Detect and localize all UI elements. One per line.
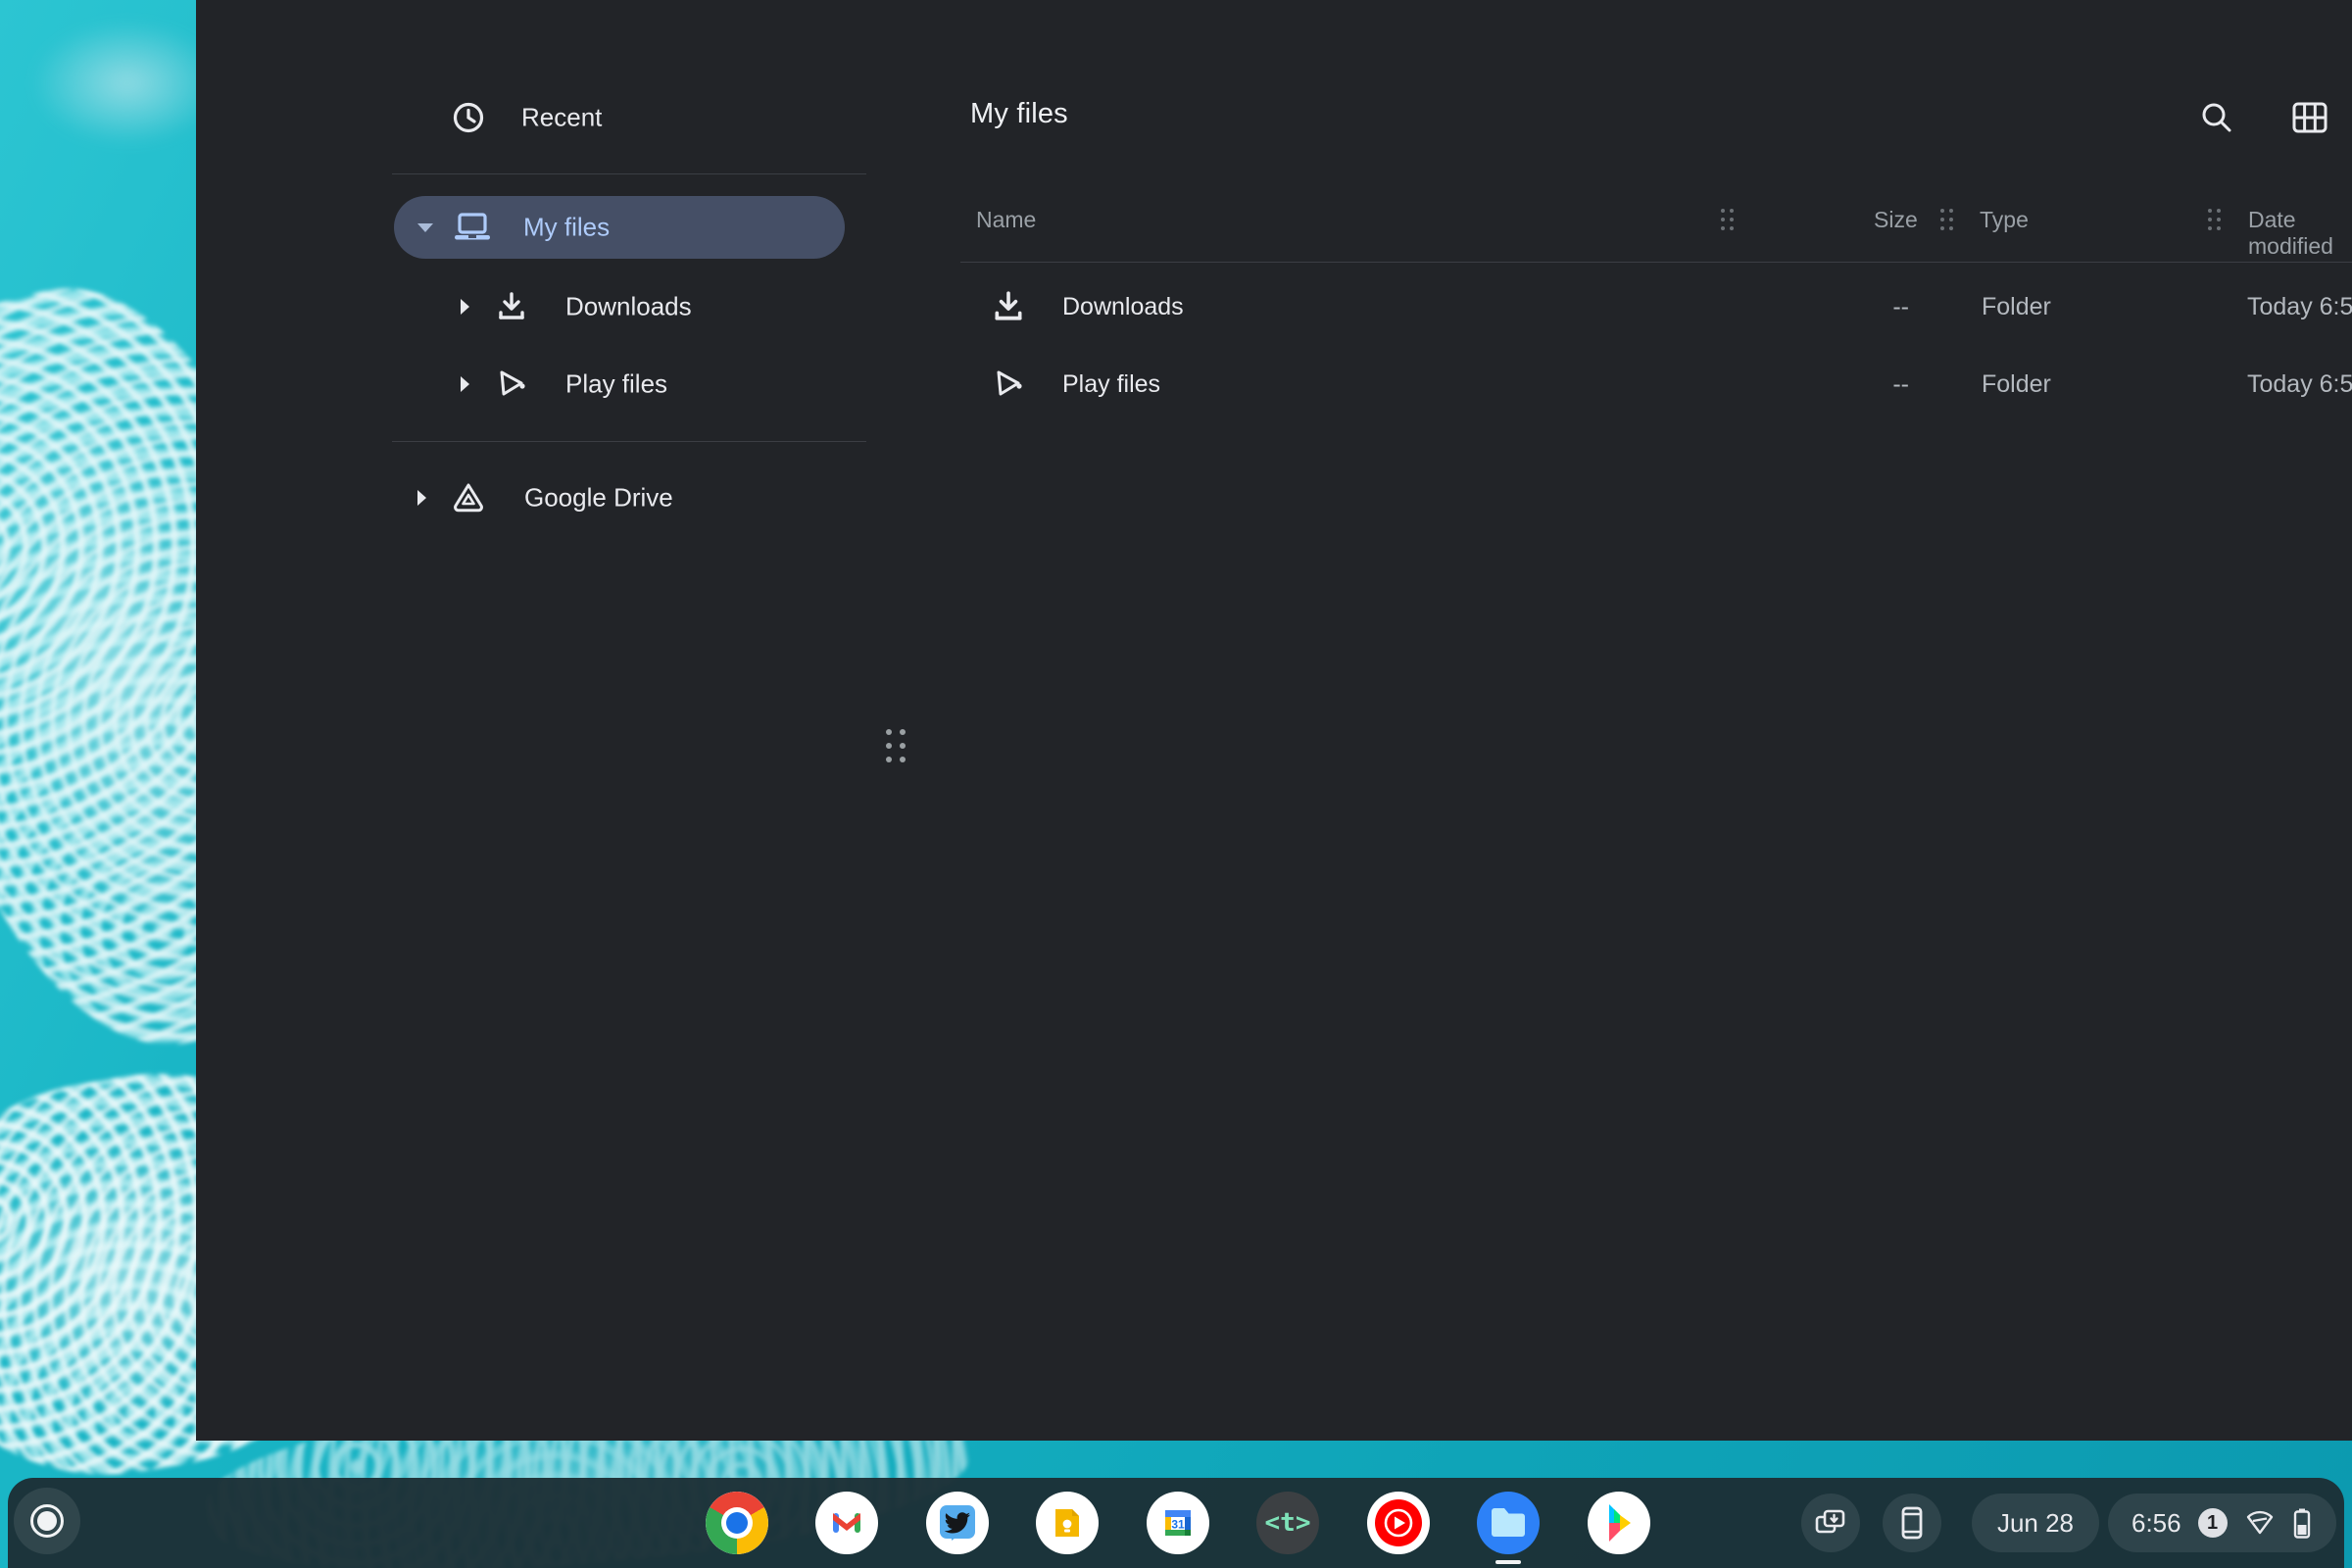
- page-title: My files: [970, 98, 1068, 130]
- sidebar-item-label: Google Drive: [524, 483, 673, 514]
- column-resize-handle[interactable]: [1940, 209, 1953, 230]
- chevron-right-icon[interactable]: [417, 490, 426, 506]
- download-icon: [992, 290, 1025, 323]
- shelf-app-terminal[interactable]: <t>: [1256, 1492, 1319, 1554]
- laptop-icon: [454, 212, 491, 243]
- sidebar-item-downloads[interactable]: Downloads: [392, 268, 866, 346]
- column-resize-handle[interactable]: [1721, 209, 1734, 230]
- terminal-icon: <t>: [1265, 1508, 1311, 1538]
- search-icon: [2199, 100, 2234, 135]
- shelf-app-chrome[interactable]: [706, 1492, 768, 1554]
- table-header-divider: [960, 262, 2352, 263]
- clock-icon: [452, 101, 485, 134]
- calendar-icon: 31: [1158, 1503, 1198, 1543]
- sidebar-item-label: Downloads: [565, 292, 692, 322]
- files-app-window: My files AZ: [196, 0, 2352, 1441]
- file-date-modified: Today 6:51 PM: [2247, 370, 2352, 399]
- twitter-icon: [937, 1502, 978, 1544]
- gmail-icon: [827, 1503, 866, 1543]
- file-name: Play files: [1062, 370, 1160, 399]
- sidebar-item-play-files[interactable]: Play files: [392, 345, 866, 423]
- file-row-downloads[interactable]: Downloads -- Folder Today 6:56 PM: [960, 269, 2352, 346]
- screen-capture-tray-button[interactable]: [1801, 1494, 1860, 1552]
- sidebar-item-my-files[interactable]: My files: [394, 196, 845, 259]
- shelf-app-calendar[interactable]: 31: [1147, 1492, 1209, 1554]
- sidebar-item-label: Recent: [521, 103, 602, 133]
- screen-capture-icon: [1814, 1507, 1847, 1539]
- notification-count-badge: 1: [2198, 1508, 2228, 1538]
- file-date-modified: Today 6:56 PM: [2247, 293, 2352, 321]
- column-resize-handle[interactable]: [2208, 209, 2221, 230]
- shelf-app-keep[interactable]: [1036, 1492, 1099, 1554]
- shelf-app-gmail[interactable]: [815, 1492, 878, 1554]
- column-header-date-modified[interactable]: Date modified: [2248, 207, 2352, 260]
- chevron-down-icon[interactable]: [417, 223, 433, 232]
- battery-icon: [2292, 1507, 2312, 1539]
- drive-icon: [451, 482, 486, 514]
- date-tray-button[interactable]: Jun 28: [1972, 1494, 2099, 1552]
- wifi-icon: [2244, 1509, 2276, 1537]
- sidebar-divider: [392, 441, 866, 442]
- chevron-right-icon[interactable]: [461, 299, 469, 315]
- column-header-type[interactable]: Type: [1980, 207, 2029, 233]
- phone-hub-tray-button[interactable]: [1883, 1494, 1941, 1552]
- file-type: Folder: [1982, 370, 2051, 399]
- sidebar-item-label: My files: [523, 213, 610, 243]
- shelf-app-play-store[interactable]: [1588, 1492, 1650, 1554]
- youtube-music-icon: [1371, 1495, 1426, 1550]
- running-app-indicator: [1495, 1560, 1521, 1564]
- status-tray-button[interactable]: 6:56 1: [2108, 1494, 2336, 1552]
- column-header-size[interactable]: Size: [1874, 207, 1918, 233]
- play-icon: [992, 368, 1025, 401]
- file-size: --: [1862, 370, 1909, 399]
- shelf-app-files[interactable]: [1477, 1492, 1540, 1554]
- sidebar-divider: [392, 173, 866, 174]
- time-label: 6:56: [2132, 1508, 2181, 1539]
- date-label: Jun 28: [1997, 1508, 2074, 1539]
- file-size: --: [1862, 293, 1909, 321]
- grid-view-icon: [2292, 102, 2328, 133]
- chromeos-desktop: My files AZ: [0, 0, 2352, 1568]
- files-icon: [1487, 1503, 1530, 1543]
- shelf-app-twitter[interactable]: [926, 1492, 989, 1554]
- file-type: Folder: [1982, 293, 2051, 321]
- sidebar-item-recent[interactable]: Recent: [392, 78, 866, 157]
- sidebar-item-google-drive[interactable]: Google Drive: [392, 459, 866, 537]
- sidebar-item-label: Play files: [565, 369, 667, 400]
- chevron-right-icon[interactable]: [461, 376, 469, 392]
- shelf-app-youtube-music[interactable]: [1367, 1492, 1430, 1554]
- phone-icon: [1900, 1506, 1924, 1540]
- calendar-day-label: 31: [1171, 1518, 1185, 1532]
- search-button[interactable]: [2191, 92, 2242, 143]
- play-icon: [495, 368, 528, 401]
- file-name: Downloads: [1062, 293, 1184, 321]
- launcher-button[interactable]: [14, 1488, 80, 1554]
- splitter-drag-handle[interactable]: [886, 729, 906, 762]
- column-header-name[interactable]: Name: [976, 207, 1036, 233]
- play-store-icon: [1588, 1492, 1650, 1554]
- keep-icon: [1048, 1503, 1087, 1543]
- download-icon: [496, 291, 527, 322]
- grid-view-button[interactable]: [2284, 92, 2335, 143]
- file-row-play-files[interactable]: Play files -- Folder Today 6:51 PM: [960, 346, 2352, 423]
